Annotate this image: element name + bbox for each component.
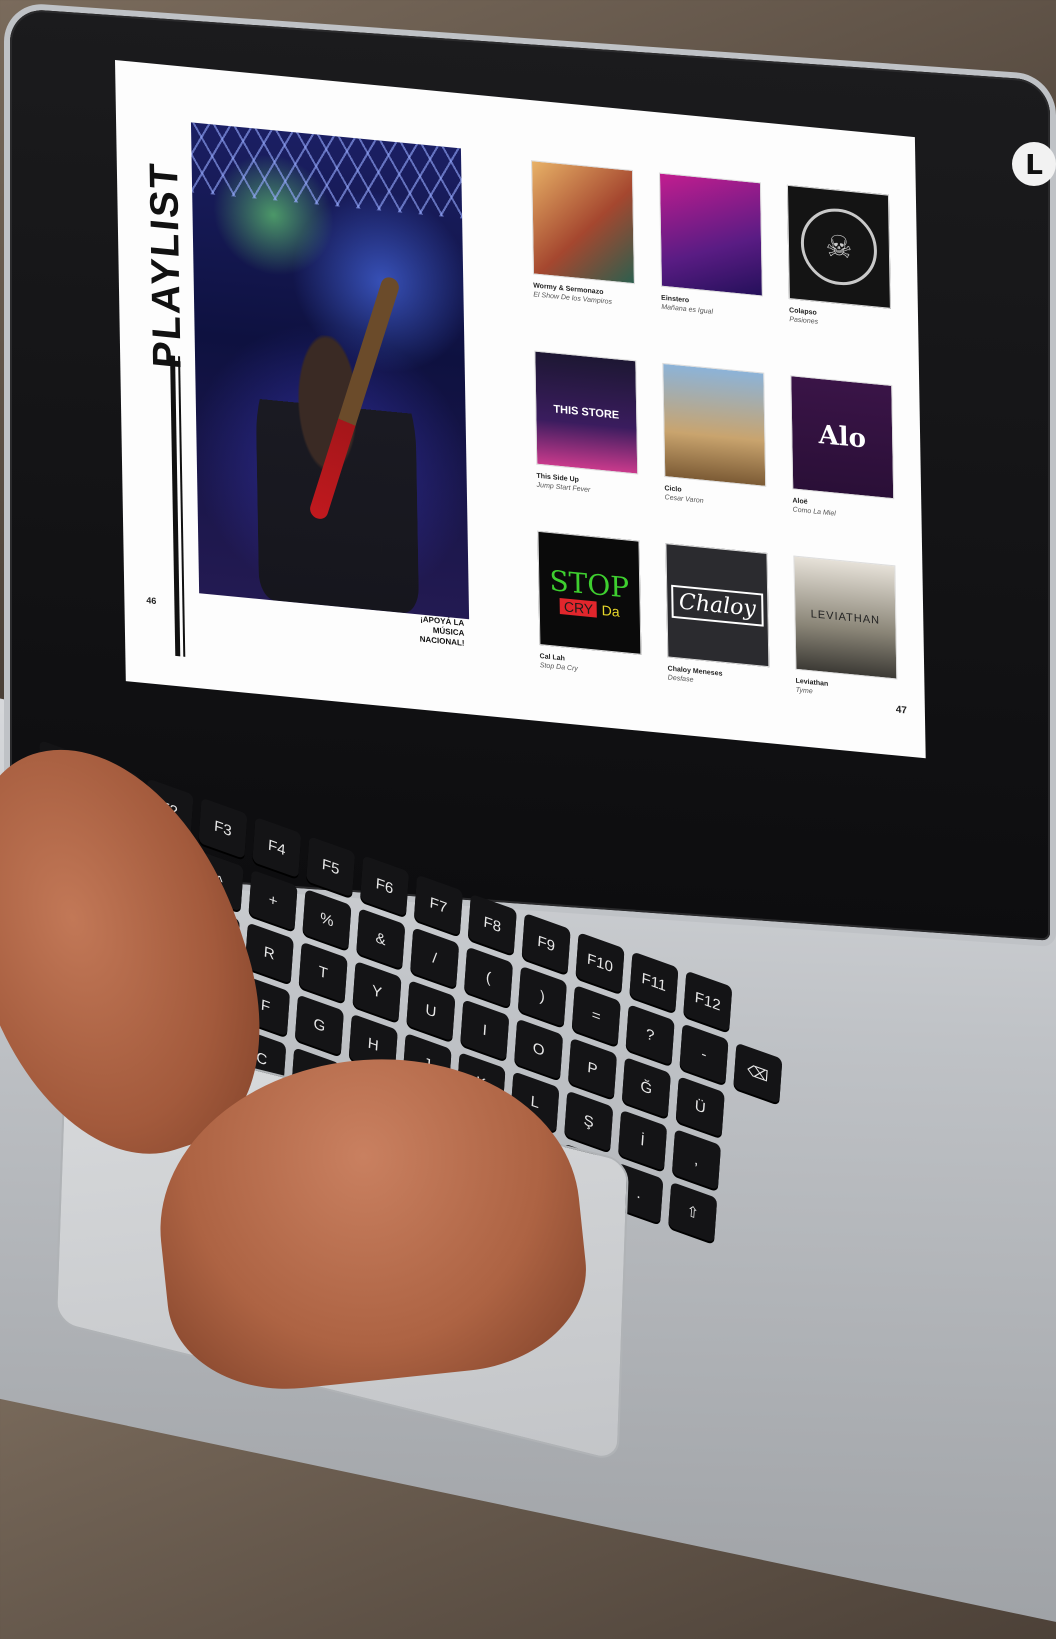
album-card[interactable]: Alo Aloë Como La Miel [790, 375, 902, 524]
concert-photo [190, 122, 470, 620]
stop-da-cry-logo: STOP CRY Da [549, 563, 630, 622]
photo-caption: ¡APOYÁ LA MÚSICA NACIONAL! [419, 614, 465, 648]
keyboard-key[interactable]: ( [463, 946, 514, 1008]
scene: PLAYLIST 46 ¡APOYÁ LA MÚSICA NACIONAL! W… [0, 0, 1056, 1639]
keyboard-key[interactable]: G [294, 994, 344, 1056]
keyboard-key[interactable]: Y [352, 960, 402, 1023]
album-cover-text: Alo [818, 419, 867, 455]
album-card[interactable]: LEVIATHAN Leviathan Tyme [793, 555, 905, 705]
album-cover [530, 160, 635, 285]
album-cover: ☠ [786, 184, 891, 309]
album-cover [662, 362, 767, 487]
keyboard-key[interactable]: P [567, 1037, 618, 1100]
album-cover-text: Chaloy [670, 584, 765, 627]
album-cover-text: LEVIATHAN [810, 608, 881, 627]
da-text: Da [601, 601, 620, 620]
album-cover: STOP CRY Da [537, 530, 642, 655]
album-card[interactable]: THIS STORE This Side Up Jump Start Fever [534, 350, 646, 499]
keyboard-key[interactable]: O [514, 1018, 564, 1080]
keyboard-key[interactable]: Ğ [621, 1056, 671, 1119]
keyboard-key[interactable]: + [248, 869, 298, 931]
album-cover: Alo [790, 375, 895, 500]
skull-icon: ☠ [800, 205, 878, 289]
keyboard-key[interactable]: ) [517, 965, 567, 1028]
album-cover: Chaloy [665, 543, 770, 668]
stage-truss [190, 122, 463, 219]
album-card[interactable]: Einstero Mañana es Igual [658, 172, 771, 321]
album-cover: LEVIATHAN [793, 555, 898, 680]
keyboard-key[interactable]: - [679, 1023, 729, 1085]
corner-logo-letter: L [1025, 147, 1043, 181]
keyboard-key[interactable]: Ü [675, 1076, 725, 1138]
keyboard-key[interactable]: ? [625, 1004, 675, 1066]
page-number-left: 46 [146, 595, 157, 607]
laptop-screen: PLAYLIST 46 ¡APOYÁ LA MÚSICA NACIONAL! W… [115, 60, 926, 759]
keyboard-key[interactable]: ⇧ [668, 1181, 718, 1244]
album-cover-text: THIS STORE [553, 403, 620, 422]
keyboard-key[interactable]: ⌫ [733, 1042, 783, 1104]
album-cover [658, 172, 763, 297]
keyboard-key[interactable]: , [671, 1128, 722, 1191]
keyboard-key[interactable]: / [410, 927, 460, 989]
album-card[interactable]: ☠ Colapso Pasiones [786, 184, 899, 334]
playlist-heading: PLAYLIST [134, 142, 198, 388]
magazine-page-right: Wormy & Sermonazo El Show De los Vampiro… [510, 98, 926, 758]
keyboard-key[interactable]: % [302, 888, 352, 951]
keyboard-key[interactable]: T [298, 941, 348, 1003]
album-card[interactable]: Ciclo Cesar Varon [662, 362, 774, 512]
keyboard-key[interactable]: I [460, 999, 510, 1061]
album-cover: THIS STORE [534, 350, 639, 475]
magazine-page-left: PLAYLIST 46 ¡APOYÁ LA MÚSICA NACIONAL! [115, 60, 521, 719]
keyboard-key[interactable]: Ş [564, 1090, 614, 1152]
album-card[interactable]: Chaloy Chaloy Meneses Desfase [665, 543, 777, 692]
keyboard-key[interactable]: U [406, 980, 456, 1042]
corner-logo: L [1012, 142, 1056, 186]
keyboard-key[interactable]: İ [618, 1109, 668, 1172]
album-card[interactable]: STOP CRY Da Cal Lah Stop Da Cry [537, 530, 649, 680]
keyboard-key[interactable]: & [356, 908, 406, 970]
playlist-heading-text: PLAYLIST [142, 159, 190, 371]
page-number-right: 47 [895, 704, 908, 717]
album-card[interactable]: Wormy & Sermonazo El Show De los Vampiro… [530, 160, 643, 309]
keyboard-key[interactable]: = [571, 984, 621, 1047]
cry-text: CRY [559, 597, 598, 618]
